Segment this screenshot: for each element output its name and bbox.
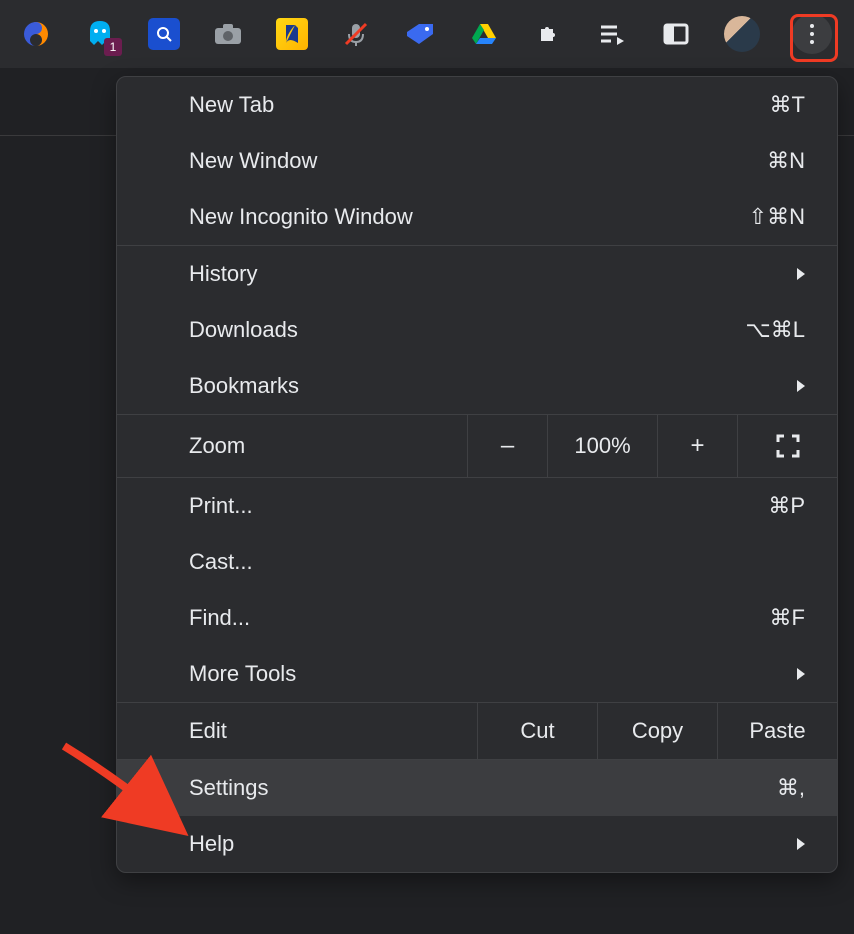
- menu-zoom-row: Zoom – 100% +: [117, 415, 837, 477]
- camera-extension-icon[interactable]: [212, 18, 244, 50]
- menu-item-label: Settings: [189, 775, 269, 801]
- edit-cut-button[interactable]: Cut: [477, 703, 597, 759]
- edit-copy-button[interactable]: Copy: [597, 703, 717, 759]
- menu-item-shortcut: ⌘F: [770, 605, 805, 631]
- submenu-arrow-icon: [797, 838, 805, 850]
- submenu-arrow-icon: [797, 268, 805, 280]
- fullscreen-icon: [776, 434, 800, 458]
- profile-avatar[interactable]: [724, 16, 760, 52]
- extensions-puzzle-icon[interactable]: [532, 18, 564, 50]
- menu-settings[interactable]: Settings ⌘,: [117, 760, 837, 816]
- notes-extension-icon[interactable]: [276, 18, 308, 50]
- edit-paste-button[interactable]: Paste: [717, 703, 837, 759]
- submenu-arrow-icon: [797, 380, 805, 392]
- edit-label: Edit: [117, 703, 477, 759]
- menu-item-shortcut: ⌥⌘L: [745, 317, 805, 343]
- menu-item-label: Bookmarks: [189, 373, 299, 399]
- extensions-toolbar: 1: [0, 0, 854, 68]
- menu-item-label: New Incognito Window: [189, 204, 413, 230]
- media-controls-icon[interactable]: [596, 18, 628, 50]
- more-menu-button[interactable]: [792, 14, 832, 54]
- fullscreen-button[interactable]: [737, 415, 837, 477]
- menu-item-label: New Tab: [189, 92, 274, 118]
- submenu-arrow-icon: [797, 668, 805, 680]
- search-extension-icon[interactable]: [148, 18, 180, 50]
- zoom-in-button[interactable]: +: [657, 415, 737, 477]
- menu-bookmarks[interactable]: Bookmarks: [117, 358, 837, 414]
- menu-cast[interactable]: Cast...: [117, 534, 837, 590]
- menu-more-tools[interactable]: More Tools: [117, 646, 837, 702]
- menu-item-label: Print...: [189, 493, 253, 519]
- menu-item-label: New Window: [189, 148, 317, 174]
- ghostery-extension-icon[interactable]: 1: [84, 18, 116, 50]
- menu-history[interactable]: History: [117, 246, 837, 302]
- menu-downloads[interactable]: Downloads ⌥⌘L: [117, 302, 837, 358]
- menu-edit-row: Edit Cut Copy Paste: [117, 703, 837, 759]
- menu-item-shortcut: ⌘T: [770, 92, 805, 118]
- similarweb-extension-icon[interactable]: [20, 18, 52, 50]
- menu-item-shortcut: ⇧⌘N: [749, 204, 805, 230]
- menu-find[interactable]: Find... ⌘F: [117, 590, 837, 646]
- zoom-out-button[interactable]: –: [467, 415, 547, 477]
- menu-item-label: Find...: [189, 605, 250, 631]
- menu-print[interactable]: Print... ⌘P: [117, 478, 837, 534]
- chrome-main-menu: New Tab ⌘T New Window ⌘N New Incognito W…: [116, 76, 838, 873]
- menu-item-shortcut: ⌘,: [777, 775, 805, 801]
- menu-item-label: Cast...: [189, 549, 253, 575]
- menu-item-label: Help: [189, 831, 234, 857]
- menu-item-label: More Tools: [189, 661, 296, 687]
- google-drive-extension-icon[interactable]: [468, 18, 500, 50]
- menu-new-window[interactable]: New Window ⌘N: [117, 133, 837, 189]
- menu-help[interactable]: Help: [117, 816, 837, 872]
- menu-item-shortcut: ⌘P: [768, 493, 805, 519]
- menu-item-shortcut: ⌘N: [767, 148, 805, 174]
- menu-new-incognito[interactable]: New Incognito Window ⇧⌘N: [117, 189, 837, 245]
- menu-new-tab[interactable]: New Tab ⌘T: [117, 77, 837, 133]
- zoom-value: 100%: [547, 415, 657, 477]
- menu-item-label: Downloads: [189, 317, 298, 343]
- tag-extension-icon[interactable]: [404, 18, 436, 50]
- extension-badge: 1: [104, 38, 122, 56]
- menu-item-label: History: [189, 261, 257, 287]
- mic-muted-extension-icon[interactable]: [340, 18, 372, 50]
- side-panel-icon[interactable]: [660, 18, 692, 50]
- zoom-label: Zoom: [117, 433, 467, 459]
